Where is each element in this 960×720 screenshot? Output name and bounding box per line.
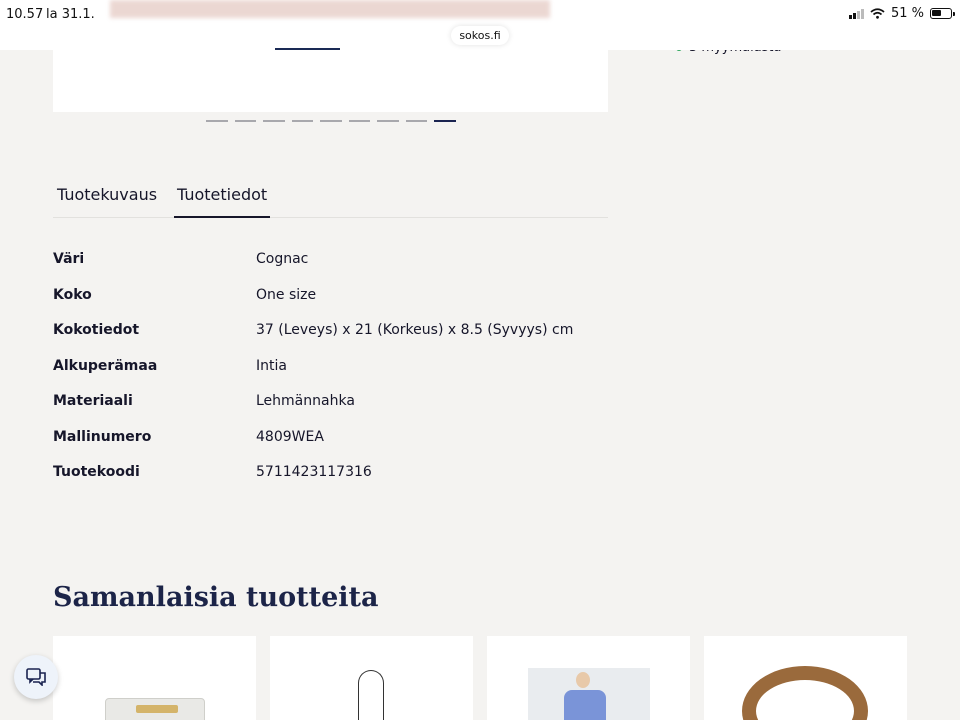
battery-percent: 51 % xyxy=(890,6,924,21)
product-image-woven-bag xyxy=(742,666,868,720)
detail-row: Tuotekoodi 5711423117316 xyxy=(53,464,608,500)
detail-value: 37 (Leveys) x 21 (Korkeus) x 8.5 (Syvyys… xyxy=(256,322,574,338)
detail-value: Lehmännahka xyxy=(256,393,355,409)
status-time: 10.57 xyxy=(6,7,44,22)
carousel-dot[interactable] xyxy=(348,120,370,122)
similar-products-heading: Samanlaisia tuotteita xyxy=(53,582,379,613)
detail-row: Kokotiedot 37 (Leveys) x 21 (Korkeus) x … xyxy=(53,322,608,358)
carousel-dot[interactable] xyxy=(291,120,313,122)
detail-label: Tuotekoodi xyxy=(53,464,140,480)
detail-row: Koko One size xyxy=(53,287,608,323)
detail-value: One size xyxy=(256,286,317,303)
blurred-header-remnant xyxy=(110,0,550,18)
product-image-white-bag xyxy=(105,698,205,720)
detail-label: Kokotiedot xyxy=(53,322,140,338)
tab-details[interactable]: Tuotetiedot xyxy=(174,185,271,218)
carousel-dot-active[interactable] xyxy=(434,120,456,122)
status-indicators: 51 % xyxy=(848,6,955,21)
carousel-dot[interactable] xyxy=(320,120,342,122)
carousel-dot[interactable] xyxy=(405,120,427,122)
detail-label: Alkuperämaa xyxy=(53,357,158,374)
chat-button[interactable] xyxy=(14,655,58,699)
product-card[interactable] xyxy=(704,636,907,720)
product-details-table: Väri Cognac Koko One size Kokotiedot 37 … xyxy=(53,251,608,500)
detail-row: Väri Cognac xyxy=(53,251,608,287)
tab-description[interactable]: Tuotekuvaus xyxy=(57,185,157,218)
chat-icon xyxy=(26,668,46,686)
carousel-dot[interactable] xyxy=(234,120,256,122)
detail-value: 5711423117316 xyxy=(256,464,372,480)
product-info-tabs: Tuotekuvaus Tuotetiedot xyxy=(53,185,608,218)
similar-products-list xyxy=(53,636,907,720)
product-image-model xyxy=(528,668,650,720)
product-image-black-bag xyxy=(358,670,384,720)
detail-value: Intia xyxy=(256,357,287,374)
detail-value: 4809WEA xyxy=(256,428,324,445)
detail-row: Materiaali Lehmännahka xyxy=(53,393,608,429)
battery-icon xyxy=(930,8,955,19)
product-card[interactable] xyxy=(270,636,473,720)
detail-row: Alkuperämaa Intia xyxy=(53,358,608,394)
cellular-signal-icon xyxy=(848,8,864,19)
product-card[interactable] xyxy=(487,636,690,720)
status-date: la 31.1. xyxy=(46,7,95,22)
detail-label: Materiaali xyxy=(53,393,133,409)
product-image-panel[interactable] xyxy=(53,50,608,112)
carousel-dot[interactable] xyxy=(377,120,399,122)
blurred-link-underline xyxy=(275,48,340,50)
carousel-dot[interactable] xyxy=(263,120,285,122)
carousel-dot[interactable] xyxy=(206,120,228,122)
product-card[interactable] xyxy=(53,636,256,720)
detail-value: Cognac xyxy=(256,251,309,267)
detail-label: Koko xyxy=(53,286,92,303)
carousel-dots xyxy=(206,120,456,122)
detail-label: Väri xyxy=(53,251,85,267)
detail-row: Mallinumero 4809WEA xyxy=(53,429,608,465)
wifi-icon xyxy=(870,8,885,19)
address-bar[interactable]: sokos.fi xyxy=(451,26,509,45)
detail-label: Mallinumero xyxy=(53,428,152,445)
